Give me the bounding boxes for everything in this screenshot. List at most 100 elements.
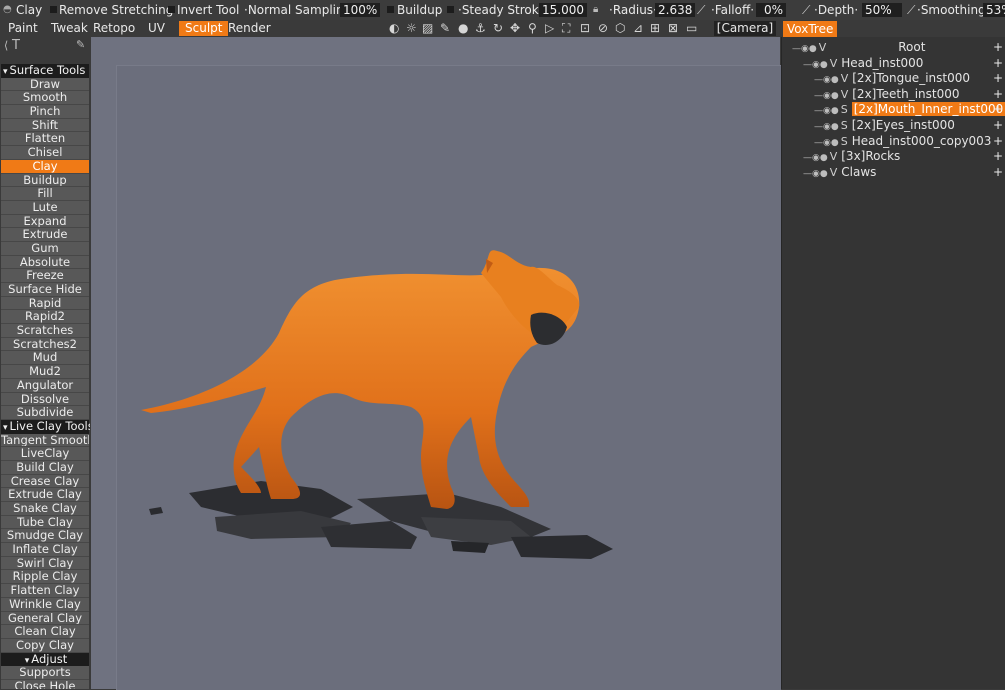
grid-icon[interactable]: ⊞ <box>650 21 660 36</box>
tool-item[interactable]: Buildup <box>1 173 89 188</box>
tool-item[interactable]: General Clay <box>1 611 89 626</box>
section-header[interactable]: ▾ Surface Tools <box>1 63 89 78</box>
prohibit-icon[interactable]: ⊘ <box>598 21 608 36</box>
tool-item[interactable]: Clay <box>1 159 89 174</box>
collapse-arrow-icon[interactable]: ▾ <box>3 423 8 433</box>
tool-item[interactable]: Lute <box>1 200 89 215</box>
visibility-icon[interactable]: —◉● <box>814 75 839 85</box>
visibility-icon[interactable]: —◉● <box>803 169 828 179</box>
tool-item[interactable]: Supports <box>1 666 89 680</box>
tool-item[interactable]: Extrude Clay <box>1 488 89 502</box>
visibility-icon[interactable]: —◉● <box>803 153 828 163</box>
tool-item[interactable]: Snake Clay <box>1 502 89 516</box>
add-layer-icon[interactable]: + <box>993 118 1003 133</box>
tool-item[interactable]: Flatten <box>1 132 89 147</box>
invert-tool-checkbox[interactable] <box>168 6 175 13</box>
tool-icon[interactable]: ◓ <box>3 3 12 17</box>
fit-icon[interactable]: ⊡ <box>580 21 590 36</box>
tab-tweak[interactable]: Tweak <box>51 21 88 36</box>
tool-item[interactable]: Ripple Clay <box>1 570 89 585</box>
tab-retopo[interactable]: Retopo <box>93 21 135 36</box>
brush-icon[interactable]: ✎ <box>76 38 85 51</box>
radius-value[interactable]: 2.638 <box>655 3 696 17</box>
visibility-icon[interactable]: —◉● <box>814 138 839 148</box>
tool-item[interactable]: Fill <box>1 187 89 201</box>
tool-item[interactable]: Expand <box>1 214 89 229</box>
layer-name[interactable]: [2x]Eyes_inst000 <box>852 118 955 132</box>
tool-item[interactable]: Freeze <box>1 269 89 283</box>
visibility-icon[interactable]: —◉● <box>814 106 839 116</box>
add-layer-icon[interactable]: + <box>993 134 1003 149</box>
move-icon[interactable]: ✥ <box>510 21 520 36</box>
tool-item[interactable]: Scratches2 <box>1 337 89 352</box>
visibility-icon[interactable]: —◉● <box>814 122 839 132</box>
voxtree-row[interactable]: —◉● S [2x]Eyes_inst000 <box>814 118 955 133</box>
section-header[interactable]: ▾ Live Clay Tools <box>1 419 90 434</box>
layer-name[interactable]: Head_inst000 <box>841 56 923 70</box>
zoom-icon[interactable]: ⚲ <box>528 21 537 36</box>
tab-render[interactable]: Render <box>228 21 271 36</box>
tool-item[interactable]: Angulator <box>1 378 89 393</box>
tool-item[interactable]: Tube Clay <box>1 515 89 530</box>
tool-item[interactable]: Tangent Smooth <box>1 433 89 448</box>
depth-value[interactable]: 50% <box>862 3 902 17</box>
steady-stroke-value[interactable]: 15.000 <box>539 3 587 17</box>
cube-icon[interactable]: ⬡ <box>615 21 625 36</box>
sampling-value[interactable]: 100% <box>340 3 381 17</box>
anchor-icon[interactable]: ⚓ <box>475 21 486 36</box>
drop-icon[interactable]: ● <box>458 21 468 36</box>
tool-item[interactable]: Rapid2 <box>1 310 89 325</box>
tool-item[interactable]: Wrinkle Clay <box>1 597 89 612</box>
tool-item[interactable]: Mud <box>1 351 89 366</box>
snap-icon[interactable]: ⊠ <box>668 21 678 36</box>
steady-stroke-checkbox[interactable] <box>447 6 454 13</box>
layer-name[interactable]: [2x]Tongue_inst000 <box>852 71 970 85</box>
voxtree-row[interactable]: —◉● V Claws <box>803 165 876 180</box>
add-layer-icon[interactable]: + <box>993 56 1003 71</box>
shading-icon[interactable]: ◐ <box>389 21 399 36</box>
visibility-icon[interactable]: —◉● <box>803 60 828 70</box>
text-tool-icon[interactable]: T <box>12 38 20 53</box>
add-layer-icon[interactable]: + <box>993 165 1003 180</box>
lock-icon[interactable]: 🔒︎ <box>593 3 598 17</box>
add-layer-icon[interactable]: + <box>993 149 1003 164</box>
voxtree-row[interactable]: —◉● V [2x]Teeth_inst000 <box>814 87 960 102</box>
visibility-icon[interactable]: —◉● <box>792 44 817 54</box>
add-layer-icon[interactable]: + <box>993 40 1003 55</box>
sculpt-model[interactable] <box>91 37 780 689</box>
tool-item[interactable]: Absolute <box>1 255 89 270</box>
tool-item[interactable]: Chisel <box>1 146 89 160</box>
camera-select[interactable]: [Camera] <box>714 21 776 36</box>
tab-paint[interactable]: Paint <box>8 21 38 36</box>
collapse-arrow-icon[interactable]: ▾ <box>25 656 30 666</box>
smoothing-value[interactable]: 53% <box>983 3 1005 17</box>
tool-item[interactable]: Swirl Clay <box>1 556 89 571</box>
tab-voxtree[interactable]: VoxTree <box>783 21 838 37</box>
frame-icon[interactable]: ⛶ <box>562 21 570 36</box>
visibility-icon[interactable]: —◉● <box>814 91 839 101</box>
tool-item[interactable]: Gum <box>1 241 89 256</box>
tool-item[interactable]: Rapid <box>1 296 89 311</box>
tool-item[interactable]: Subdivide <box>1 406 89 420</box>
remove-stretching-label[interactable]: Remove Stretching <box>59 3 173 17</box>
layer-name[interactable]: Claws <box>841 165 876 179</box>
voxtree-row[interactable]: —◉● S [2x]Mouth_Inner_inst000 <box>814 102 1005 117</box>
tool-item[interactable]: Draw <box>1 77 89 92</box>
voxtree-row[interactable]: —◉● V Head_inst000 <box>803 56 923 71</box>
tool-item[interactable]: Pinch <box>1 105 89 119</box>
tab-uv[interactable]: UV <box>148 21 165 36</box>
tool-item[interactable]: Shift <box>1 118 89 133</box>
panel-collapse-icon[interactable]: ⟨ <box>4 39 8 52</box>
layer-name[interactable]: [3x]Rocks <box>841 149 900 163</box>
tool-item[interactable]: Crease Clay <box>1 474 89 489</box>
tool-item[interactable]: Mud2 <box>1 365 89 379</box>
tool-item[interactable]: Extrude <box>1 228 89 242</box>
tool-item[interactable]: Flatten Clay <box>1 584 89 598</box>
voxtree-row[interactable]: —◉● V Root <box>792 40 925 55</box>
tool-item[interactable]: Surface Hide <box>1 283 89 297</box>
tool-item[interactable]: Inflate Clay <box>1 543 89 557</box>
tool-item[interactable]: Smudge Clay <box>1 529 89 544</box>
light-icon[interactable]: ☼ <box>406 21 417 36</box>
buildup-label[interactable]: Buildup <box>397 3 442 17</box>
tool-item[interactable]: Dissolve <box>1 392 89 407</box>
